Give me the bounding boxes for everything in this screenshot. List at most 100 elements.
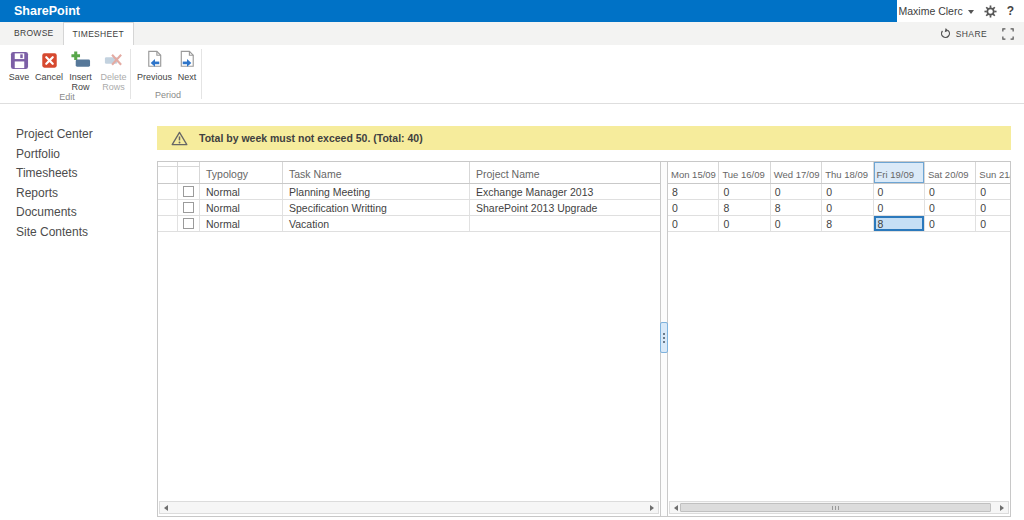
sidebar-item-documents[interactable]: Documents	[0, 203, 157, 223]
scroll-right-arrow-icon[interactable]	[650, 505, 654, 511]
hours-cell[interactable]: 0	[925, 200, 976, 215]
hours-cell[interactable]: 0	[719, 216, 770, 231]
sidebar-item-portfolio[interactable]: Portfolio	[0, 145, 157, 165]
hours-cell[interactable]: 8	[668, 184, 719, 199]
project-name-cell[interactable]: SharePoint 2013 Upgrade	[470, 200, 660, 215]
hours-cell[interactable]: 0	[822, 184, 873, 199]
hours-cell[interactable]: 0	[874, 184, 925, 199]
column-header-day[interactable]: Wed 17/09	[771, 162, 822, 183]
hours-row: 8 0 0 0 0 0 0	[668, 184, 1010, 200]
delete-rows-icon	[103, 50, 124, 71]
splitter-handle[interactable]	[660, 322, 668, 353]
grid-right-pane: Mon 15/09 Tue 16/09 Wed 17/09 Thu 18/09 …	[668, 162, 1010, 516]
row-indicator-header	[158, 162, 178, 183]
sidebar-item-timesheets[interactable]: Timesheets	[0, 164, 157, 184]
right-pane-horizontal-scrollbar[interactable]	[669, 501, 1009, 514]
column-header-day[interactable]: Sun 21/09	[976, 162, 1010, 183]
hours-cell[interactable]: 8	[822, 216, 873, 231]
hours-cell[interactable]: 8	[719, 200, 770, 215]
task-name-cell[interactable]: Vacation	[283, 216, 470, 231]
sidebar-item-project-center[interactable]: Project Center	[0, 125, 157, 145]
share-button[interactable]: SHARE	[940, 28, 987, 39]
column-header-day-selected[interactable]: Fri 19/09	[874, 162, 925, 183]
typology-cell[interactable]: Normal	[200, 184, 283, 199]
column-header-day[interactable]: Thu 18/09	[822, 162, 873, 183]
ribbon-tab-row: BROWSE TIMESHEET SHARE	[0, 22, 1024, 45]
row-indicator[interactable]	[158, 200, 178, 215]
ribbon-group-period: Previous Next Period	[131, 45, 201, 103]
column-header-day[interactable]: Mon 15/09	[668, 162, 719, 183]
task-name-cell[interactable]: Specification Writting	[283, 200, 470, 215]
hours-cell[interactable]: 0	[668, 216, 719, 231]
help-button[interactable]: ?	[1007, 4, 1014, 18]
hours-cell[interactable]: 0	[976, 200, 1010, 215]
column-header-project-name[interactable]: Project Name	[470, 162, 660, 183]
row-checkbox[interactable]	[183, 186, 194, 197]
scrollbar-grip-icon	[832, 506, 840, 510]
scrollbar-thumb[interactable]	[680, 503, 991, 512]
typology-cell[interactable]: Normal	[200, 200, 283, 215]
hours-cell[interactable]: 0	[976, 184, 1010, 199]
splitter-grip-icon	[663, 333, 665, 335]
column-header-day[interactable]: Tue 16/09	[719, 162, 770, 183]
hours-cell[interactable]: 0	[771, 184, 822, 199]
ribbon-group-label-period: Period	[135, 90, 201, 103]
grid-splitter[interactable]	[660, 162, 668, 516]
focus-mode-button[interactable]	[1002, 28, 1014, 40]
hours-cell[interactable]: 0	[976, 216, 1010, 231]
column-header-typology[interactable]: Typology	[200, 162, 283, 183]
ribbon-group-edit: Save Cancel Insert Row	[0, 45, 130, 103]
settings-gear-button[interactable]	[984, 5, 997, 18]
column-header-day[interactable]: Sat 20/09	[925, 162, 976, 183]
select-all-header[interactable]	[178, 162, 200, 183]
insert-row-icon	[70, 50, 91, 71]
scroll-left-arrow-icon[interactable]	[674, 505, 678, 511]
row-checkbox[interactable]	[183, 202, 194, 213]
project-name-cell[interactable]	[470, 216, 660, 231]
hours-cell[interactable]: 0	[719, 184, 770, 199]
tab-timesheet[interactable]: TIMESHEET	[63, 22, 134, 45]
chevron-down-icon	[968, 10, 974, 14]
hours-cell[interactable]: 0	[925, 216, 976, 231]
sidebar-item-reports[interactable]: Reports	[0, 184, 157, 204]
grid-left-pane: Typology Task Name Project Name Normal P…	[158, 162, 660, 516]
row-checkbox-cell	[178, 216, 200, 231]
left-pane-horizontal-scrollbar[interactable]	[159, 501, 659, 514]
next-icon	[177, 50, 198, 71]
share-label: SHARE	[956, 29, 987, 39]
sidebar-item-site-contents[interactable]: Site Contents	[0, 223, 157, 243]
scroll-left-arrow-icon[interactable]	[164, 505, 168, 511]
hours-cell[interactable]: 0	[874, 200, 925, 215]
share-sync-icon	[937, 26, 952, 41]
user-menu[interactable]: Maxime Clerc	[898, 5, 973, 17]
ribbon-group-separator	[201, 49, 202, 99]
task-name-cell[interactable]: Planning Meeting	[283, 184, 470, 199]
typology-cell[interactable]: Normal	[200, 216, 283, 231]
gear-icon	[984, 5, 997, 18]
row-indicator[interactable]	[158, 216, 178, 231]
next-button[interactable]: Next	[173, 47, 201, 83]
status-message: Total by week must not exceed 50. (Total…	[199, 132, 423, 144]
previous-button[interactable]: Previous	[135, 47, 173, 83]
hours-cell[interactable]: 8	[771, 200, 822, 215]
hours-cell[interactable]: 0	[925, 184, 976, 199]
grid-left-header-row: Typology Task Name Project Name	[158, 162, 660, 184]
insert-row-button[interactable]: Insert Row	[64, 47, 97, 92]
table-row: Normal Specification Writting SharePoint…	[158, 200, 660, 216]
tab-browse[interactable]: BROWSE	[5, 22, 63, 45]
scroll-right-arrow-icon[interactable]	[1000, 505, 1004, 511]
delete-rows-button[interactable]: Delete Rows	[97, 47, 130, 92]
hours-cell[interactable]: 0	[822, 200, 873, 215]
ribbon: Save Cancel Insert Row	[0, 45, 1024, 104]
warning-icon	[171, 131, 188, 146]
save-button[interactable]: Save	[4, 47, 34, 83]
hours-cell-selected[interactable]: 8	[874, 216, 925, 231]
hours-cell[interactable]: 0	[668, 200, 719, 215]
column-header-task-name[interactable]: Task Name	[283, 162, 470, 183]
focus-mode-icon	[1002, 28, 1014, 40]
cancel-button[interactable]: Cancel	[34, 47, 64, 83]
row-checkbox[interactable]	[183, 218, 194, 229]
row-indicator[interactable]	[158, 184, 178, 199]
project-name-cell[interactable]: Exchange Manager 2013	[470, 184, 660, 199]
hours-cell[interactable]: 0	[771, 216, 822, 231]
